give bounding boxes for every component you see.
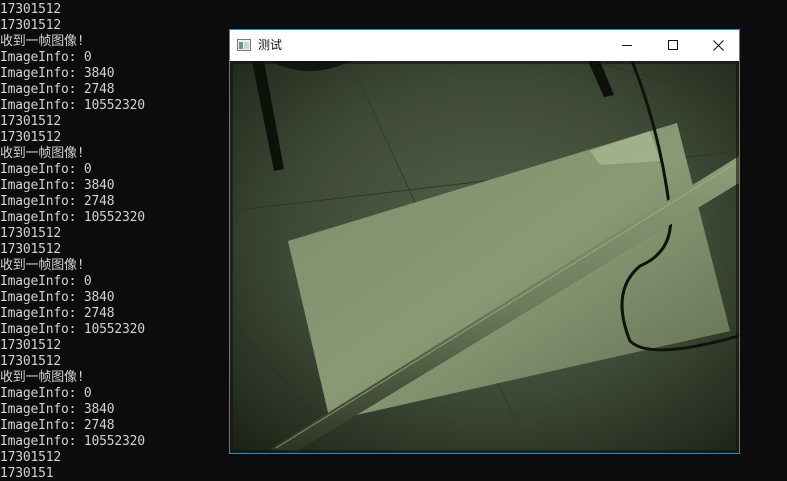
- image-window[interactable]: 测试: [229, 29, 740, 454]
- console-line: 收到一帧图像!: [0, 258, 85, 273]
- console-line: 收到一帧图像!: [0, 146, 85, 161]
- console-line: 收到一帧图像!: [0, 34, 85, 49]
- window-title: 测试: [258, 38, 283, 52]
- console-line: 17301512: [0, 130, 62, 145]
- minimize-button[interactable]: [604, 30, 650, 61]
- console-line: ImageInfo: 0: [0, 386, 92, 401]
- console-line: ImageInfo: 10552320: [0, 434, 145, 449]
- console-line: ImageInfo: 2748: [0, 82, 115, 97]
- close-button[interactable]: [695, 30, 741, 61]
- console-line: ImageInfo: 3840: [0, 178, 115, 193]
- minimize-icon: [622, 45, 632, 46]
- console-line: ImageInfo: 10552320: [0, 210, 145, 225]
- console-line: 收到一帧图像!: [0, 370, 85, 385]
- maximize-button[interactable]: [650, 30, 696, 61]
- console-line: ImageInfo: 3840: [0, 66, 115, 81]
- window-titlebar[interactable]: 测试: [230, 30, 739, 61]
- console-line: 17301512: [0, 354, 62, 369]
- console-line: 17301512: [0, 114, 62, 129]
- console-line: 17301512: [0, 18, 62, 33]
- console-line: ImageInfo: 0: [0, 162, 92, 177]
- close-icon: [713, 40, 724, 51]
- console-line: ImageInfo: 3840: [0, 290, 115, 305]
- console-line: ImageInfo: 0: [0, 50, 92, 65]
- console-line: ImageInfo: 10552320: [0, 322, 145, 337]
- console-line: 1730151: [0, 466, 54, 481]
- console-line: ImageInfo: 2748: [0, 306, 115, 321]
- console-line: 17301512: [0, 450, 62, 465]
- console-line: ImageInfo: 0: [0, 274, 92, 289]
- camera-image: [230, 61, 739, 453]
- console-line: 17301512: [0, 338, 62, 353]
- app-window-icon: [237, 39, 251, 51]
- console-line: ImageInfo: 2748: [0, 418, 115, 433]
- console-line: ImageInfo: 10552320: [0, 98, 145, 113]
- console-line: ImageInfo: 3840: [0, 402, 115, 417]
- console-line: ImageInfo: 2748: [0, 194, 115, 209]
- console-line: 17301512: [0, 242, 62, 257]
- maximize-icon: [668, 40, 678, 50]
- console-line: 17301512: [0, 226, 62, 241]
- console-line: 17301512: [0, 2, 62, 17]
